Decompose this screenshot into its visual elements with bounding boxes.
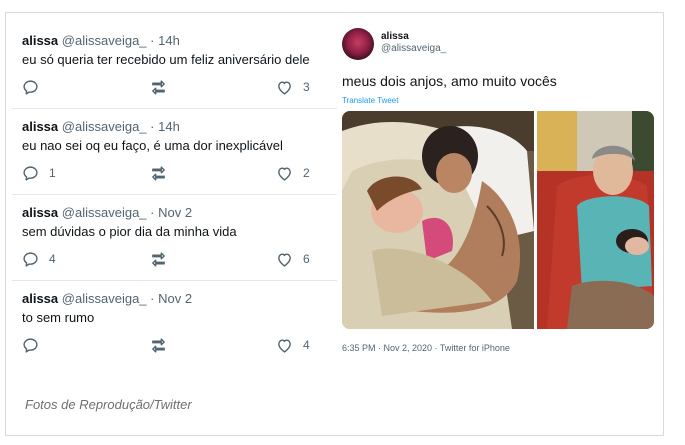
tweet-text: meus dois anjos, amo muito vocês [342,73,557,89]
like-button[interactable]: 3 [276,78,310,96]
user-name[interactable]: alissa [381,31,409,42]
tweet-metadata[interactable]: 6:35 PM · Nov 2, 2020 · Twitter for iPho… [342,343,510,353]
user-name[interactable]: alissa [22,205,58,220]
like-count: 6 [303,252,310,266]
retweet-button[interactable] [149,78,168,96]
reply-button[interactable]: 4 [22,250,56,268]
retweet-button[interactable] [149,164,168,182]
tweet[interactable]: alissa @alissaveiga_ · 14h eu só queria … [12,23,337,109]
retweet-icon [152,337,165,353]
tweet-header: alissa @alissaveiga_ · Nov 2 [22,291,192,306]
user-handle[interactable]: @alissaveiga_ [381,43,446,54]
reply-icon [23,79,38,95]
avatar[interactable] [342,28,374,60]
photo-sleeping-man-child [342,111,534,329]
reply-button[interactable] [22,336,49,354]
user-name[interactable]: alissa [22,33,58,48]
tweet-timestamp[interactable]: Nov 2 [158,205,192,220]
like-count: 4 [303,338,310,352]
tweet-header: alissa @alissaveiga_ · 14h [22,33,180,48]
tweet-photo-1[interactable] [342,111,534,329]
separator-dot: · [150,291,155,306]
tweet-thread-list: alissa @alissaveiga_ · 14h eu só queria … [12,23,337,366]
tweet-timestamp[interactable]: 14h [158,33,180,48]
tweet[interactable]: alissa @alissaveiga_ · 14h eu nao sei oq… [12,109,337,195]
tweet-actions: 4 6 [12,250,337,268]
photo-tweet[interactable]: alissa @alissaveiga_ meus dois anjos, am… [338,22,658,362]
tweet-header: alissa @alissaveiga_ · 14h [22,119,180,134]
tweet-text: to sem rumo [22,310,95,325]
user-name[interactable]: alissa [22,291,58,306]
heart-icon [278,252,291,267]
tweet-actions: 4 [12,336,337,354]
user-handle[interactable]: @alissaveiga_ [62,119,147,134]
tweet-text: eu só queria ter recebido um feliz anive… [22,52,310,67]
reply-button[interactable] [22,78,49,96]
tweet[interactable]: alissa @alissaveiga_ · Nov 2 to sem rumo… [12,281,337,366]
reply-icon [23,165,38,181]
separator-dot: · [150,205,155,220]
tweet-photos [342,111,654,329]
tweet-timestamp[interactable]: 14h [158,119,180,134]
reply-icon [23,337,38,353]
tweet-text: sem dúvidas o pior dia da minha vida [22,224,237,239]
separator-dot: · [150,119,155,134]
tweet[interactable]: alissa @alissaveiga_ · Nov 2 sem dúvidas… [12,195,337,281]
tweet-actions: 3 [12,78,337,96]
tweet-photo-2[interactable] [537,111,654,329]
reply-button[interactable]: 1 [22,164,56,182]
user-handle[interactable]: @alissaveiga_ [62,205,147,220]
photo-woman-with-baby [537,111,654,329]
tweet-timestamp[interactable]: Nov 2 [158,291,192,306]
translate-tweet-link[interactable]: Translate Tweet [342,96,398,105]
retweet-icon [152,251,165,267]
reply-count: 1 [49,166,56,180]
tweet-text: eu nao sei oq eu faço, é uma dor inexpli… [22,138,283,153]
heart-icon [278,338,291,353]
retweet-button[interactable] [149,336,168,354]
user-name[interactable]: alissa [22,119,58,134]
reply-count: 4 [49,252,56,266]
reply-icon [23,251,38,267]
like-count: 2 [303,166,310,180]
separator-dot: · [150,33,155,48]
retweet-icon [152,79,165,95]
user-handle[interactable]: @alissaveiga_ [62,291,147,306]
retweet-button[interactable] [149,250,168,268]
like-button[interactable]: 6 [276,250,310,268]
photo-credit-caption: Fotos de Reprodução/Twitter [25,397,192,412]
user-handle[interactable]: @alissaveiga_ [62,33,147,48]
heart-icon [278,166,291,181]
tweet-actions: 1 2 [12,164,337,182]
like-button[interactable]: 2 [276,164,310,182]
like-count: 3 [303,80,310,94]
retweet-icon [152,165,165,181]
like-button[interactable]: 4 [276,336,310,354]
heart-icon [278,80,291,95]
tweet-header: alissa @alissaveiga_ · Nov 2 [22,205,192,220]
